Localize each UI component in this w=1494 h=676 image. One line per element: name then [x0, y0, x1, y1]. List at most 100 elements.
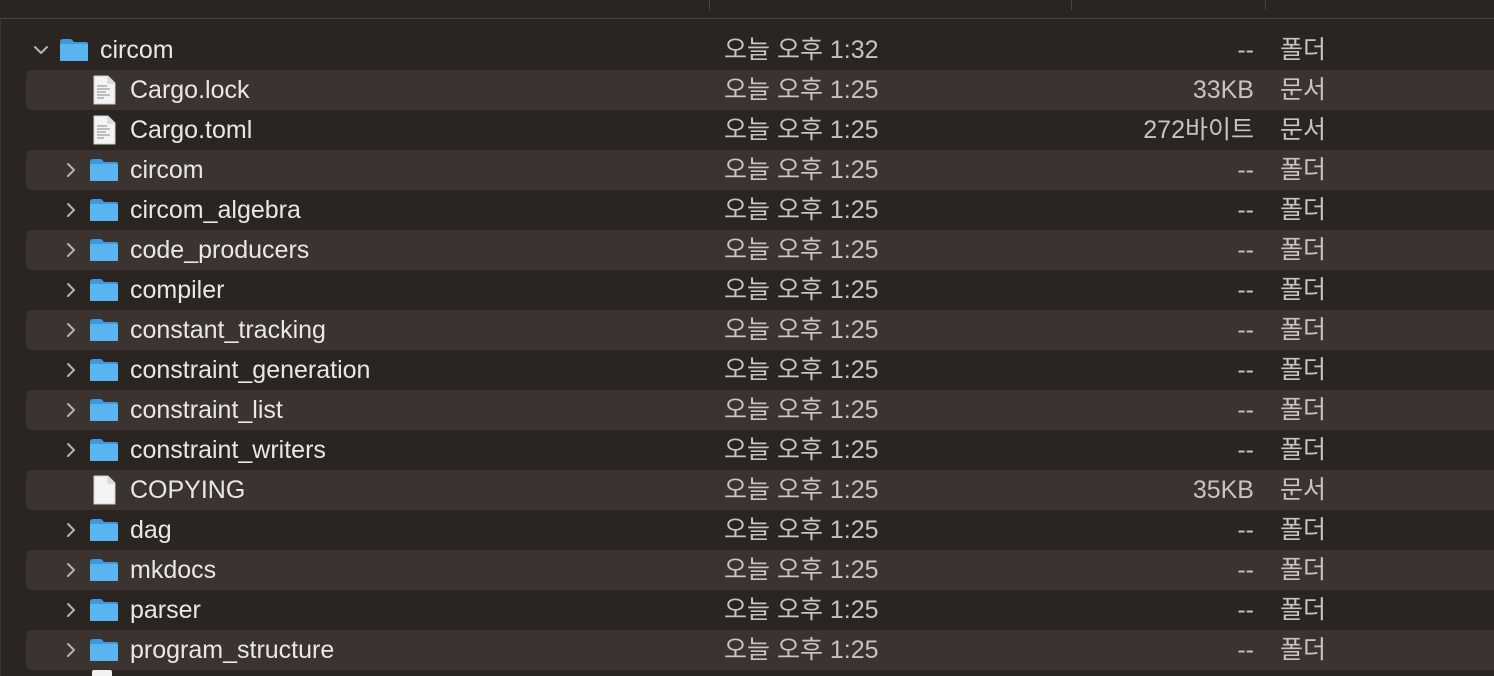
chevron-right-icon[interactable]	[62, 390, 80, 430]
chevron-down-icon[interactable]	[32, 30, 50, 70]
item-name: dag	[130, 516, 172, 544]
item-name: compiler	[130, 276, 225, 304]
folder-row[interactable]: program_structure 오늘 오후 1:25 -- 폴더	[26, 630, 1494, 670]
date-modified: 오늘 오후 1:25	[724, 396, 879, 424]
folder-row[interactable]: dag 오늘 오후 1:25 -- 폴더	[26, 510, 1494, 550]
date-modified: 오늘 오후 1:25	[724, 636, 879, 664]
item-kind: 문서	[1280, 76, 1327, 104]
folder-icon	[89, 270, 119, 310]
date-modified: 오늘 오후 1:25	[724, 556, 879, 584]
chevron-right-icon[interactable]	[62, 310, 80, 350]
item-kind: 문서	[1280, 116, 1327, 144]
folder-icon	[89, 630, 119, 670]
item-kind: 폴더	[1280, 156, 1327, 184]
item-kind: 폴더	[1280, 396, 1327, 424]
folder-row[interactable]: constraint_writers 오늘 오후 1:25 -- 폴더	[26, 430, 1494, 470]
item-kind: 폴더	[1280, 636, 1327, 664]
text-document-icon	[92, 70, 116, 110]
item-kind: 폴더	[1280, 196, 1327, 224]
folder-row[interactable]: circom 오늘 오후 1:25 -- 폴더	[26, 150, 1494, 190]
item-size: --	[1237, 316, 1254, 344]
folder-icon	[89, 310, 119, 350]
folder-icon	[89, 590, 119, 630]
chevron-right-icon[interactable]	[62, 510, 80, 550]
folder-icon	[59, 30, 89, 70]
file-row[interactable]: Cargo.lock 오늘 오후 1:25 33KB 문서	[26, 70, 1494, 110]
blank-document-icon	[92, 470, 116, 510]
folder-row[interactable]: compiler 오늘 오후 1:25 -- 폴더	[26, 270, 1494, 310]
folder-icon	[89, 150, 119, 190]
column-header-bar[interactable]	[0, 0, 1494, 19]
folder-row[interactable]: constant_tracking 오늘 오후 1:25 -- 폴더	[26, 310, 1494, 350]
item-size: --	[1237, 36, 1254, 64]
column-divider[interactable]	[1071, 0, 1072, 10]
item-name: circom_algebra	[130, 196, 301, 224]
folder-icon	[89, 190, 119, 230]
item-name: Cargo.lock	[130, 76, 250, 104]
item-name: program_structure	[130, 636, 335, 664]
chevron-right-icon[interactable]	[62, 190, 80, 230]
chevron-right-icon[interactable]	[62, 590, 80, 630]
date-modified: 오늘 오후 1:25	[724, 196, 879, 224]
chevron-right-icon[interactable]	[62, 430, 80, 470]
file-row[interactable]: COPYING 오늘 오후 1:25 35KB 문서	[26, 470, 1494, 510]
date-modified: 오늘 오후 1:25	[724, 596, 879, 624]
item-kind: 폴더	[1280, 276, 1327, 304]
item-name: mkdocs	[130, 556, 217, 584]
chevron-right-icon[interactable]	[62, 270, 80, 310]
item-name: constraint_list	[130, 396, 283, 424]
item-size: 272바이트	[1143, 116, 1254, 144]
column-divider[interactable]	[709, 0, 710, 10]
folder-icon	[89, 550, 119, 590]
folder-row[interactable]: code_producers 오늘 오후 1:25 -- 폴더	[26, 230, 1494, 270]
folder-row[interactable]: constraint_list 오늘 오후 1:25 -- 폴더	[26, 390, 1494, 430]
item-size: --	[1237, 436, 1254, 464]
folder-row[interactable]: parser 오늘 오후 1:25 -- 폴더	[26, 590, 1494, 630]
window-edge	[0, 0, 1, 676]
folder-icon	[89, 390, 119, 430]
item-name: Cargo.toml	[130, 116, 253, 144]
item-name: circom	[130, 156, 204, 184]
folder-row[interactable]: mkdocs 오늘 오후 1:25 -- 폴더	[26, 550, 1494, 590]
item-name: parser	[130, 596, 201, 624]
date-modified: 오늘 오후 1:25	[724, 76, 879, 104]
chevron-right-icon[interactable]	[62, 550, 80, 590]
item-size: --	[1237, 396, 1254, 424]
date-modified: 오늘 오후 1:25	[724, 356, 879, 384]
folder-row[interactable]: circom 오늘 오후 1:32 -- 폴더	[26, 30, 1494, 70]
item-size: 33KB	[1192, 76, 1254, 104]
date-modified: 오늘 오후 1:25	[724, 476, 879, 504]
item-name: COPYING	[130, 476, 246, 504]
folder-row[interactable]: constraint_generation 오늘 오후 1:25 -- 폴더	[26, 350, 1494, 390]
chevron-right-icon[interactable]	[62, 230, 80, 270]
item-size: --	[1237, 516, 1254, 544]
folder-row[interactable]: circom_algebra 오늘 오후 1:25 -- 폴더	[26, 190, 1494, 230]
chevron-right-icon[interactable]	[62, 350, 80, 390]
item-name: circom	[100, 36, 174, 64]
item-kind: 폴더	[1280, 516, 1327, 544]
column-divider[interactable]	[1265, 0, 1266, 10]
date-modified: 오늘 오후 1:25	[724, 276, 879, 304]
item-size: --	[1237, 196, 1254, 224]
partial-file-icon	[92, 670, 112, 676]
item-size: --	[1237, 556, 1254, 584]
item-size: --	[1237, 156, 1254, 184]
chevron-right-icon[interactable]	[62, 630, 80, 670]
chevron-right-icon[interactable]	[62, 150, 80, 190]
date-modified: 오늘 오후 1:25	[724, 236, 879, 264]
item-size: --	[1237, 236, 1254, 264]
folder-icon	[89, 430, 119, 470]
file-row[interactable]: Cargo.toml 오늘 오후 1:25 272바이트 문서	[26, 110, 1494, 150]
folder-icon	[89, 350, 119, 390]
date-modified: 오늘 오후 1:25	[724, 516, 879, 544]
item-kind: 폴더	[1280, 356, 1327, 384]
item-name: constraint_generation	[130, 356, 371, 384]
item-kind: 폴더	[1280, 236, 1327, 264]
text-document-icon	[92, 110, 116, 150]
date-modified: 오늘 오후 1:25	[724, 156, 879, 184]
finder-list-view: circom 오늘 오후 1:32 -- 폴더 Cargo.lock 오늘 오후 1:25…	[0, 0, 1494, 676]
date-modified: 오늘 오후 1:25	[724, 436, 879, 464]
item-name: constraint_writers	[130, 436, 326, 464]
item-size: --	[1237, 596, 1254, 624]
item-kind: 문서	[1280, 476, 1327, 504]
